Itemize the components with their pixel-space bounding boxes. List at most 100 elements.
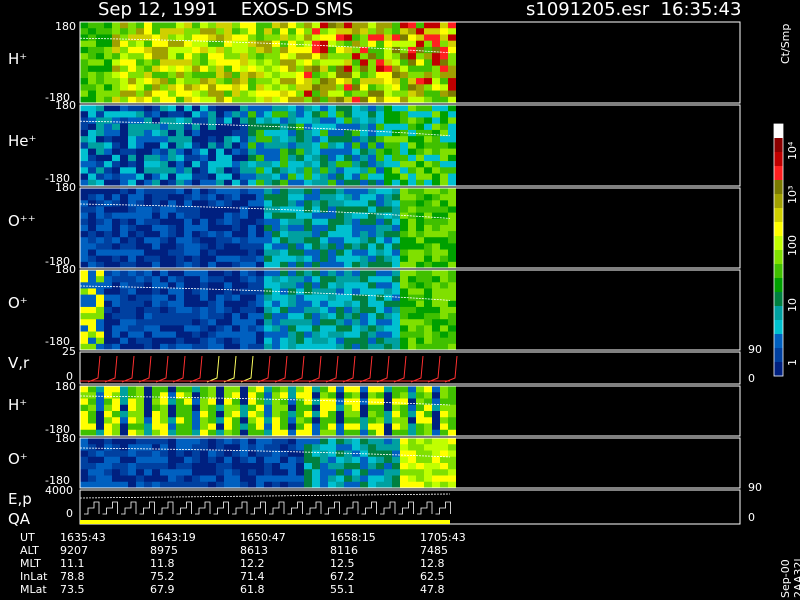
heatmap-cell — [368, 469, 376, 476]
heatmap-cell — [424, 237, 432, 244]
heatmap-cell — [184, 444, 192, 451]
heatmap-cell — [264, 444, 272, 451]
heatmap-cell — [112, 276, 120, 283]
heatmap-cell — [336, 90, 344, 98]
heatmap-cell — [240, 117, 248, 125]
heatmap-cell — [200, 142, 208, 150]
heatmap-cell — [352, 188, 360, 195]
heatmap-cell — [112, 398, 120, 406]
heatmap-cell — [248, 142, 256, 150]
heatmap-cell — [312, 179, 320, 187]
heatmap-cell — [88, 65, 96, 73]
heatmap-cell — [240, 444, 248, 451]
heatmap-cell — [168, 188, 176, 195]
heatmap-cell — [248, 438, 256, 445]
heatmap-cell — [288, 218, 296, 226]
heatmap-cell — [192, 417, 200, 424]
heatmap-cell — [232, 84, 240, 92]
heatmap-cell — [112, 423, 120, 431]
heatmap-cell — [328, 404, 336, 412]
footer-cell: 11.8 — [150, 557, 175, 570]
heatmap-cell — [256, 282, 264, 289]
heatmap-cell — [280, 200, 288, 207]
heatmap-cell — [288, 71, 296, 79]
heatmap-cell — [104, 188, 112, 195]
heatmap-cell — [136, 475, 144, 483]
heatmap-cell — [280, 71, 288, 79]
heatmap-cell — [128, 212, 136, 220]
heatmap-cell — [144, 417, 152, 424]
heatmap-cell — [392, 173, 400, 181]
heatmap-cell — [360, 325, 368, 333]
heatmap-cell — [392, 423, 400, 431]
heatmap-cell — [432, 469, 440, 476]
heatmap-cell — [128, 249, 136, 257]
heatmap-cell — [176, 154, 184, 162]
heatmap-cell — [408, 319, 416, 326]
heatmap-cell — [288, 331, 296, 339]
heatmap-cell — [208, 28, 216, 35]
heatmap-cell — [448, 154, 456, 162]
heatmap-cell — [240, 111, 248, 118]
heatmap-cell — [448, 161, 456, 168]
heatmap-cell — [208, 78, 216, 85]
heatmap-cell — [336, 294, 344, 302]
heatmap-cell — [432, 331, 440, 339]
heatmap-cell — [400, 337, 408, 345]
heatmap-cell — [296, 404, 304, 412]
heatmap-cell — [176, 398, 184, 406]
heatmap-cell — [440, 331, 448, 339]
heatmap-cell — [400, 105, 408, 112]
heatmap-cell — [392, 53, 400, 60]
heatmap-cell — [136, 438, 144, 445]
heatmap-cell — [360, 105, 368, 112]
heatmap-cell — [336, 59, 344, 67]
step-trace — [398, 501, 414, 515]
heatmap-cell — [424, 71, 432, 79]
footer-cell: 62.5 — [420, 570, 445, 583]
heatmap-cell — [152, 306, 160, 314]
heatmap-cell — [368, 188, 376, 195]
heatmap-cell — [384, 288, 392, 296]
heatmap-cell — [368, 429, 376, 437]
heatmap-cell — [392, 249, 400, 257]
heatmap-cell — [200, 411, 208, 418]
heatmap-cell — [352, 469, 360, 476]
heatmap-cell — [384, 481, 392, 489]
heatmap-cell — [136, 167, 144, 175]
heatmap-cell — [312, 200, 320, 207]
heatmap-cell — [432, 123, 440, 131]
heatmap-cell — [296, 148, 304, 156]
heatmap-cell — [336, 154, 344, 162]
heatmap-cell — [288, 167, 296, 175]
heatmap-cell — [328, 53, 336, 60]
heatmap-cell — [400, 212, 408, 220]
heatmap-cell — [120, 481, 128, 489]
heatmap-cell — [96, 65, 104, 73]
heatmap-cell — [248, 423, 256, 431]
heatmap-cell — [328, 417, 336, 424]
heatmap-cell — [352, 161, 360, 168]
footer-row-label: InLat — [20, 570, 48, 583]
heatmap-cell — [120, 319, 128, 326]
heatmap-cell — [144, 28, 152, 35]
heatmap-cell — [224, 22, 232, 29]
sawtooth-trace — [155, 355, 169, 383]
heatmap-cell — [216, 161, 224, 168]
y2tick-bottom: 0 — [748, 372, 755, 385]
heatmap-cell — [240, 161, 248, 168]
heatmap-cell — [248, 53, 256, 60]
heatmap-cell — [88, 173, 96, 181]
heatmap-cell — [96, 475, 104, 483]
heatmap-cell — [256, 386, 264, 393]
heatmap-cell — [328, 59, 336, 67]
heatmap-cell — [96, 417, 104, 424]
heatmap-cell — [232, 386, 240, 393]
heatmap-cell — [240, 270, 248, 277]
heatmap-cell — [120, 129, 128, 137]
heatmap-cell — [400, 206, 408, 214]
heatmap-cell — [80, 411, 88, 418]
heatmap-cell — [280, 411, 288, 418]
heatmap-cell — [160, 337, 168, 345]
heatmap-cell — [312, 438, 320, 445]
